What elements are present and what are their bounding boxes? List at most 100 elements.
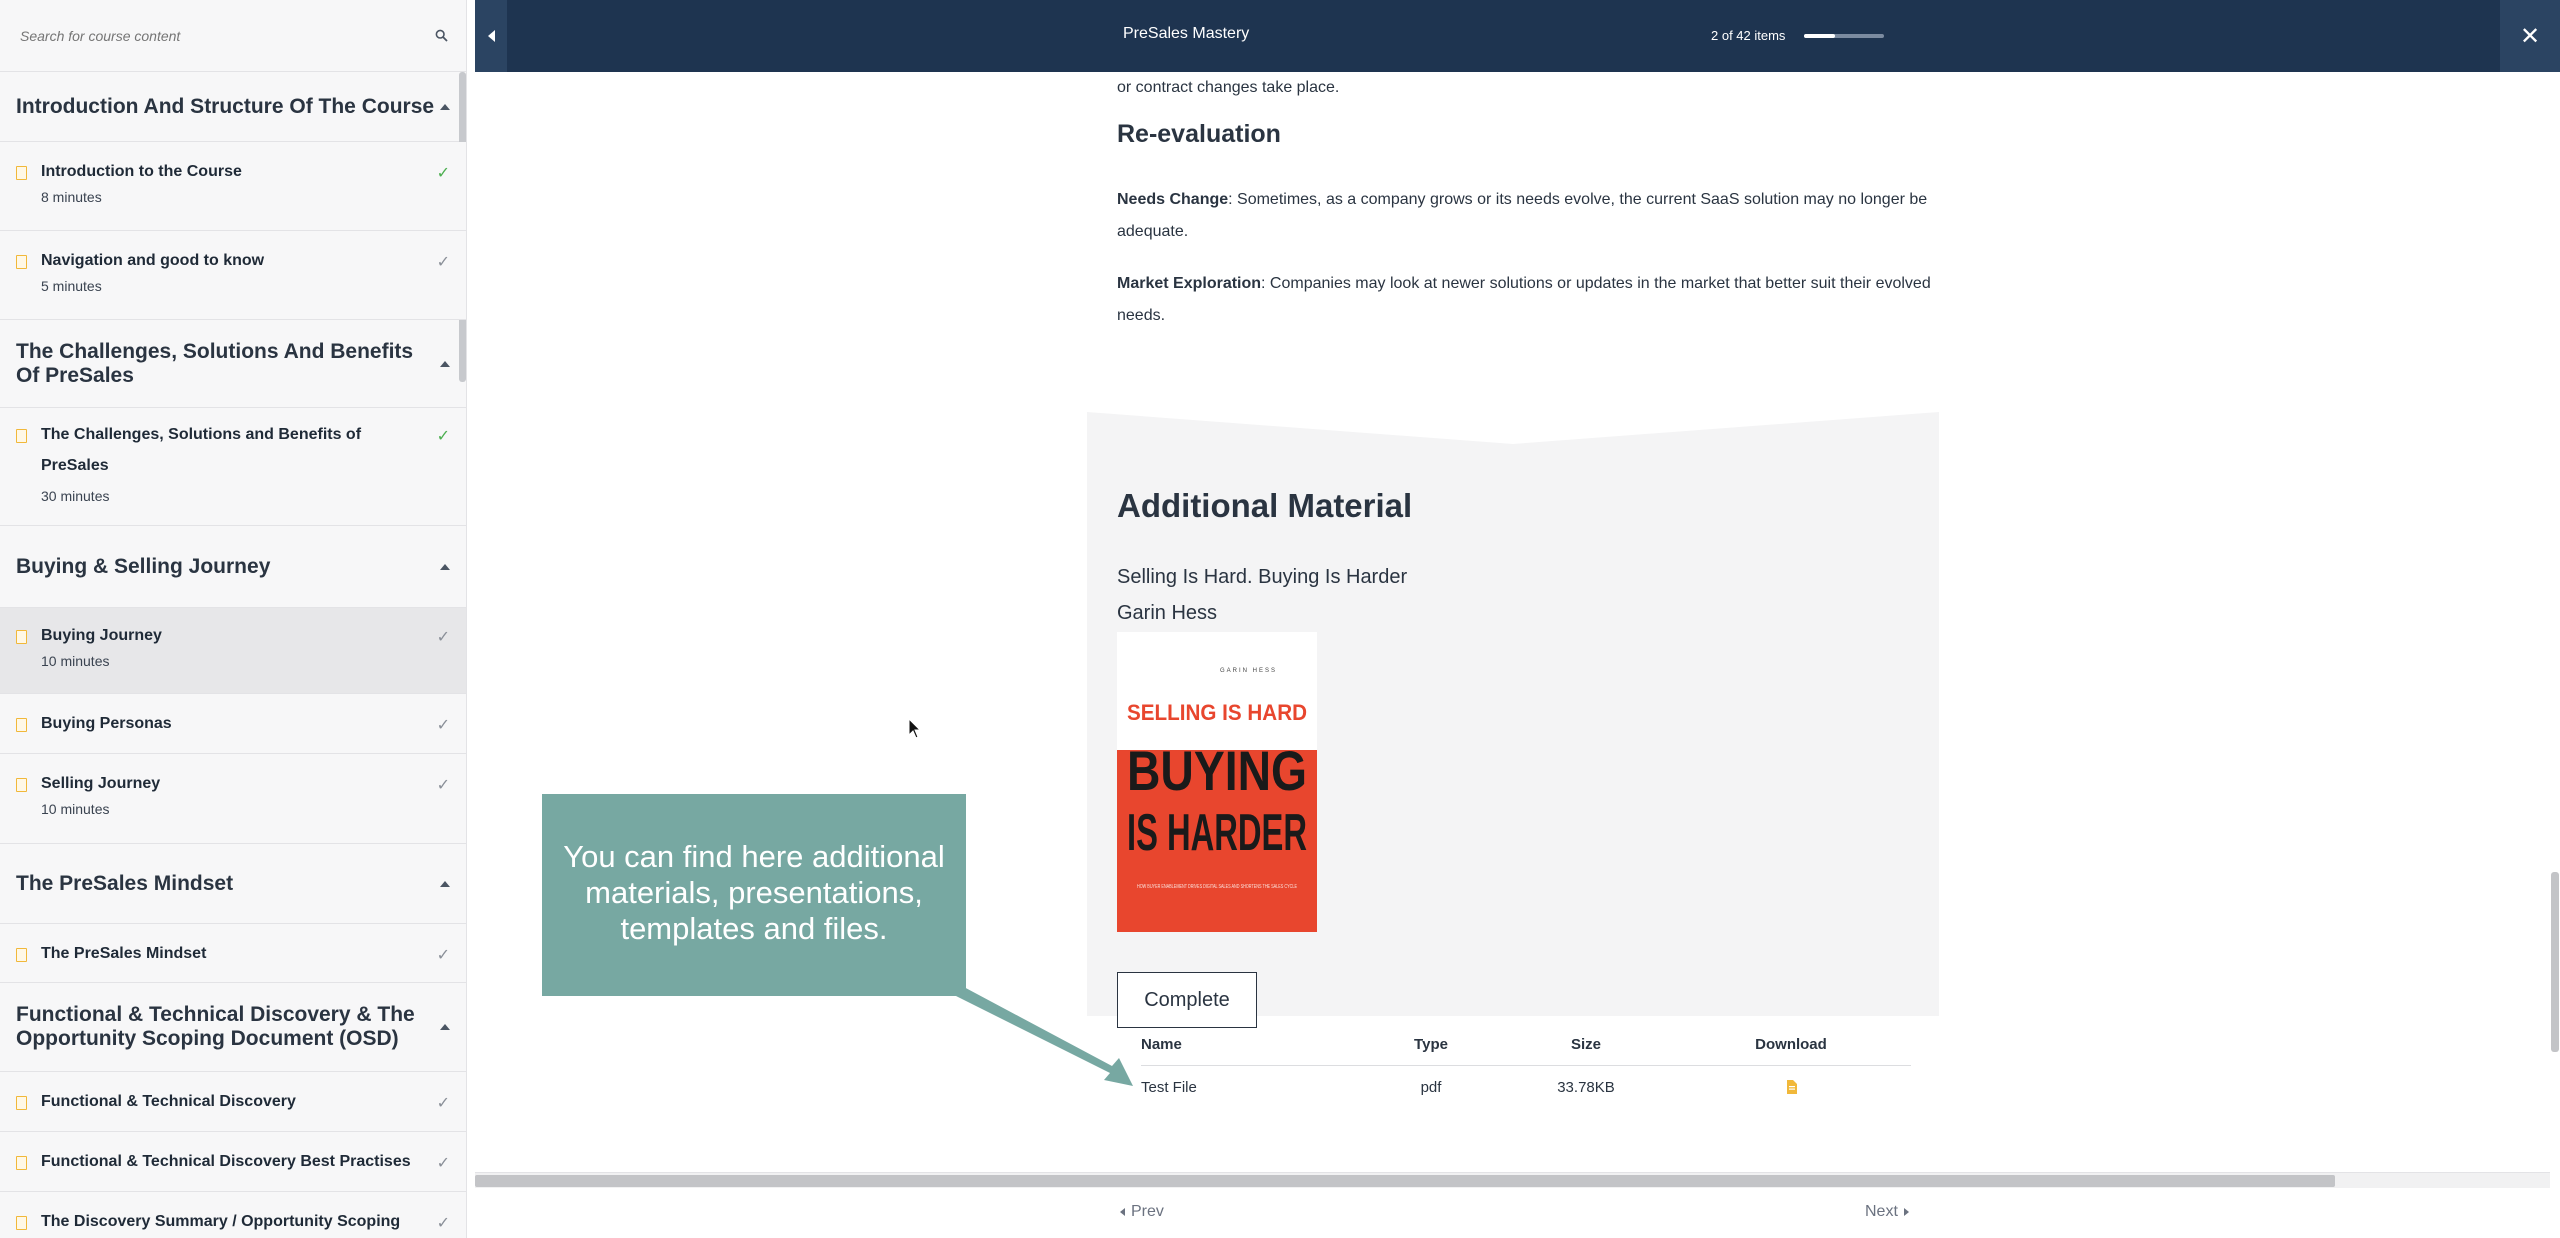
lesson-name: Functional & Technical Discovery bbox=[41, 1093, 296, 1110]
lesson-name: Buying Personas bbox=[41, 715, 172, 732]
progress-bar-fill bbox=[1804, 34, 1835, 38]
collapse-caret-icon[interactable] bbox=[440, 880, 450, 887]
checkmark-icon: ✓ bbox=[436, 947, 450, 964]
file-size: 33.78KB bbox=[1557, 1078, 1615, 1096]
collapse-caret-icon[interactable] bbox=[440, 563, 450, 570]
paragraph-market-exploration: Market Exploration: Companies may look a… bbox=[1117, 268, 1937, 332]
section-title: The Challenges, Solutions And Benefits O… bbox=[16, 339, 414, 387]
section-header[interactable]: The PreSales Mindset bbox=[0, 844, 466, 924]
column-header: Name bbox=[1141, 1036, 1182, 1053]
lesson-duration: 8 minutes bbox=[41, 189, 102, 205]
lesson-item[interactable]: Buying Personas ✓ bbox=[0, 694, 466, 754]
checkmark-icon: ✓ bbox=[436, 629, 450, 646]
search-input[interactable] bbox=[20, 27, 432, 44]
lesson-name: The Challenges, Solutions and Benefits o… bbox=[41, 426, 362, 474]
document-icon bbox=[16, 1096, 27, 1110]
lesson-item[interactable]: Functional & Technical Discovery ✓ bbox=[0, 1072, 466, 1132]
lesson-item[interactable]: The PreSales Mindset ✓ bbox=[0, 924, 466, 983]
prev-label: Prev bbox=[1131, 1203, 1164, 1220]
document-icon bbox=[16, 429, 27, 443]
document-icon bbox=[16, 255, 27, 269]
lesson-item[interactable]: The Discovery Summary / Opportunity Scop… bbox=[0, 1192, 466, 1238]
heading-additional-material: Additional Material bbox=[1117, 487, 1413, 524]
checkmark-icon: ✓ bbox=[436, 254, 450, 271]
horizontal-scrollbar-thumb[interactable] bbox=[475, 1175, 2335, 1187]
collapse-caret-icon[interactable] bbox=[440, 1024, 450, 1030]
book-cover-subtitle: HOW BUYER ENABLEMENT DRIVES DIGITAL SALE… bbox=[1137, 884, 1297, 890]
lesson-duration: 10 minutes bbox=[41, 801, 110, 817]
next-label: Next bbox=[1865, 1203, 1898, 1220]
paragraph-needs-change: Needs Change: Sometimes, as a company gr… bbox=[1117, 184, 1937, 248]
checkmark-icon: ✓ bbox=[436, 1095, 450, 1112]
lesson-item[interactable]: The Challenges, Solutions and Benefits o… bbox=[0, 408, 466, 526]
panel-divider-shape bbox=[1087, 410, 1939, 444]
collapse-caret-icon[interactable] bbox=[440, 103, 450, 110]
book-cover-line-2: BUYING bbox=[1127, 739, 1307, 802]
table-row: Test File pdf 33.78KB bbox=[1141, 1066, 1911, 1108]
lesson-name: Buying Journey bbox=[41, 627, 162, 644]
lesson-name: Functional & Technical Discovery Best Pr… bbox=[41, 1153, 411, 1170]
checkmark-icon: ✓ bbox=[436, 1215, 450, 1232]
horizontal-scrollbar[interactable] bbox=[475, 1172, 2550, 1188]
search-bar bbox=[0, 0, 466, 72]
complete-button[interactable]: Complete bbox=[1117, 972, 1257, 1028]
column-header: Type bbox=[1414, 1036, 1448, 1053]
progress-text: 2 of 42 items bbox=[1711, 28, 1786, 43]
document-icon bbox=[16, 718, 27, 732]
search-icon[interactable] bbox=[432, 27, 450, 45]
lesson-duration: 30 minutes bbox=[41, 488, 110, 504]
document-icon bbox=[16, 630, 27, 644]
lesson-name: Introduction to the Course bbox=[41, 163, 242, 180]
lesson-item[interactable]: Introduction to the Course 8 minutes ✓ bbox=[0, 142, 466, 231]
needs-change-text: : Sometimes, as a company grows or its n… bbox=[1117, 191, 1928, 240]
lesson-item-active[interactable]: Buying Journey 10 minutes ✓ bbox=[0, 608, 466, 694]
course-sidebar: Introduction And Structure Of The Course… bbox=[0, 0, 467, 1238]
lesson-name: The PreSales Mindset bbox=[41, 945, 207, 962]
prev-button[interactable]: Prev bbox=[1120, 1203, 1164, 1221]
lesson-navigation: Prev Next bbox=[475, 1188, 2560, 1238]
market-exploration-label: Market Exploration bbox=[1117, 275, 1262, 292]
vertical-scrollbar-thumb[interactable] bbox=[2551, 872, 2559, 1052]
document-icon bbox=[16, 1156, 27, 1170]
download-file-icon[interactable] bbox=[1786, 1080, 1797, 1094]
table-header: Name Type Size Download bbox=[1141, 1024, 1911, 1066]
file-name: Test File bbox=[1141, 1078, 1197, 1096]
column-header: Size bbox=[1570, 1036, 1601, 1053]
section-title: Functional & Technical Discovery & The O… bbox=[16, 1003, 415, 1050]
files-table: Name Type Size Download Test File pdf 33… bbox=[1141, 1024, 1911, 1108]
document-icon bbox=[16, 166, 27, 180]
close-button[interactable]: ✕ bbox=[2500, 0, 2560, 72]
book-cover-line-1: SELLING IS HARD bbox=[1127, 700, 1307, 725]
checkmark-icon: ✓ bbox=[436, 428, 450, 445]
paragraph-fragment: or contract changes take place. bbox=[1117, 79, 1340, 96]
chevron-left-icon bbox=[1120, 1208, 1125, 1216]
next-button[interactable]: Next bbox=[1865, 1203, 1909, 1221]
mouse-cursor-icon bbox=[908, 718, 922, 739]
section-title: Introduction And Structure Of The Course bbox=[16, 94, 435, 118]
lesson-item[interactable]: Navigation and good to know 5 minutes ✓ bbox=[0, 231, 466, 320]
lesson-item[interactable]: Selling Journey 10 minutes ✓ bbox=[0, 754, 466, 844]
checkmark-icon: ✓ bbox=[436, 717, 450, 734]
section-header[interactable]: Buying & Selling Journey bbox=[0, 526, 466, 608]
checkmark-icon: ✓ bbox=[436, 777, 450, 794]
section-title: Buying & Selling Journey bbox=[16, 554, 271, 578]
collapse-caret-icon[interactable] bbox=[440, 360, 450, 367]
lesson-item[interactable]: Functional & Technical Discovery Best Pr… bbox=[0, 1132, 466, 1192]
book-cover-line-3: IS HARDER bbox=[1127, 804, 1307, 862]
progress-bar bbox=[1804, 34, 1884, 38]
document-icon bbox=[16, 1216, 27, 1230]
section-header[interactable]: Functional & Technical Discovery & The O… bbox=[0, 983, 466, 1072]
triangle-left-icon bbox=[487, 30, 495, 42]
section-header[interactable]: The Challenges, Solutions And Benefits O… bbox=[0, 320, 466, 408]
column-header: Download bbox=[1755, 1036, 1827, 1053]
checkmark-icon: ✓ bbox=[436, 1155, 450, 1172]
collapse-sidebar-button[interactable] bbox=[475, 0, 507, 72]
lesson-name: The Discovery Summary / Opportunity Scop… bbox=[41, 1213, 401, 1230]
book-cover-image: GARIN HESS SELLING IS HARD BUYING IS HAR… bbox=[1117, 632, 1317, 932]
download-cell bbox=[1671, 1080, 1911, 1094]
lesson-duration: 10 minutes bbox=[41, 653, 110, 669]
needs-change-label: Needs Change bbox=[1117, 191, 1229, 208]
tour-callout: You can find here additional materials, … bbox=[542, 794, 966, 996]
chevron-right-icon bbox=[1903, 1208, 1909, 1216]
section-header[interactable]: Introduction And Structure Of The Course bbox=[0, 72, 466, 142]
